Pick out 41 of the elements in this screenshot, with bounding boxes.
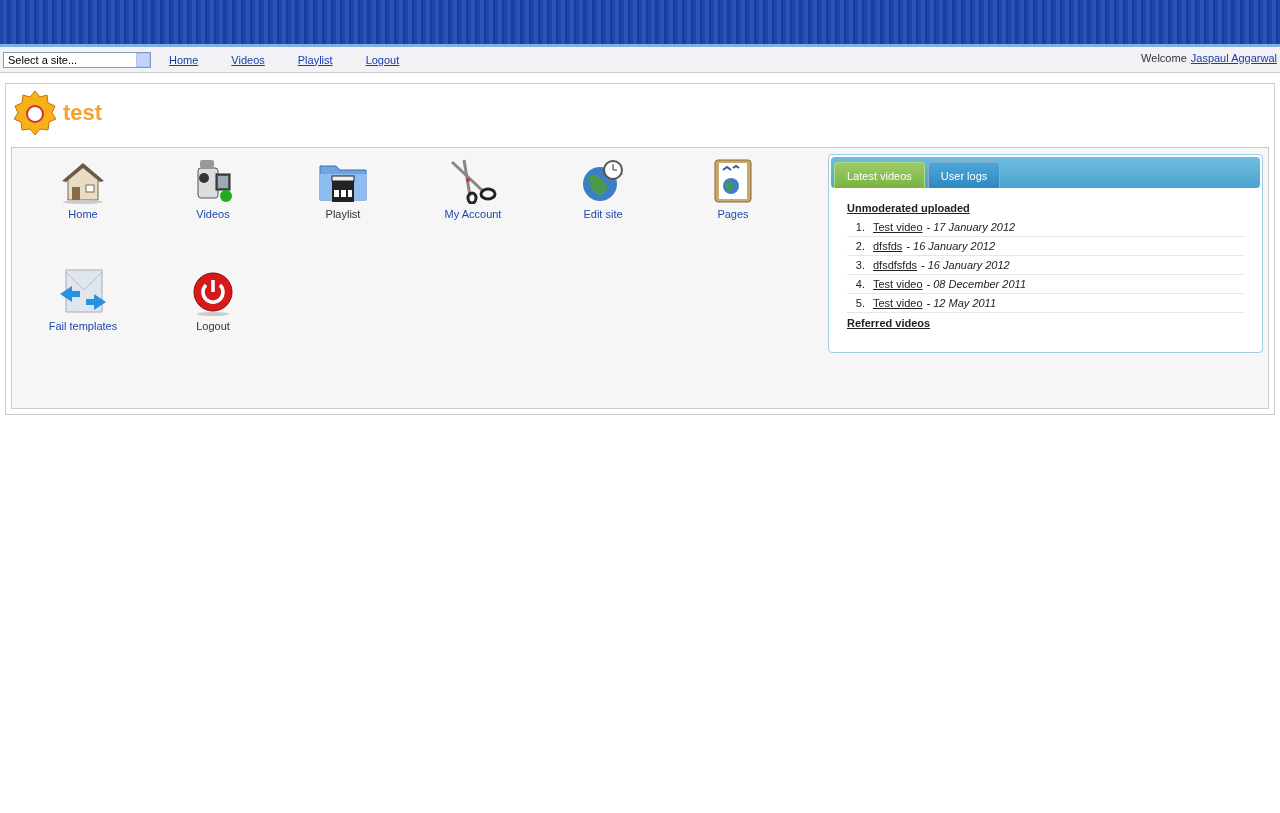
house-icon [60,160,106,204]
shortcut-link[interactable]: Logout [196,320,230,332]
nav-link[interactable]: Videos [231,53,265,66]
globe-clock-icon [580,158,626,204]
shortcut-link[interactable]: Videos [196,208,230,220]
video-date: - 12 May 2011 [926,297,997,309]
nav-link[interactable]: Logout [365,53,400,66]
video-link[interactable]: dfsfds [873,240,903,252]
shortcut-link[interactable]: Home [68,208,98,220]
video-link[interactable]: dfsdfsfds [873,259,918,271]
shortcut-link[interactable]: Pages [717,208,749,220]
shortcut-link[interactable]: Fail templates [48,320,118,332]
scissors-icon [448,158,498,204]
section-link[interactable]: Referred videos [847,317,931,329]
nav-link[interactable]: Playlist [297,53,333,66]
document-globe-icon [711,158,755,204]
envelope-arrows-icon [58,268,108,316]
video-date: - 16 January 2012 [921,259,1010,271]
video-link[interactable]: Test video [873,297,923,309]
site-select[interactable]: Select a site... [3,51,151,68]
shortcut-link[interactable]: Playlist [325,208,361,220]
list-number: 4. [854,278,865,290]
video-date: - 16 January 2012 [906,240,996,252]
power-icon [191,272,235,316]
video-link[interactable]: Test video [873,221,923,233]
user-link[interactable]: Jaspaul Aggarwal [1190,51,1277,64]
video-date: - 17 January 2012 [926,221,1016,233]
list-number: 1. [854,221,865,233]
list-number: 3. [854,259,865,271]
list-number: 2. [854,240,865,252]
list-number: 5. [854,297,865,309]
welcome-text: Welcome [1141,51,1187,64]
nav-link[interactable]: Home [169,53,199,66]
shortcut-link[interactable]: My Account [444,208,502,220]
dropdown-caret-icon[interactable] [136,52,150,67]
video-date: - 08 December 2011 [926,278,1026,290]
shortcut-link[interactable]: Edit site [583,208,623,220]
video-link[interactable]: Test video [873,278,923,290]
gear-icon [11,89,59,137]
site-title: test [63,100,103,126]
section-link[interactable]: Unmoderated uploaded [847,202,970,214]
